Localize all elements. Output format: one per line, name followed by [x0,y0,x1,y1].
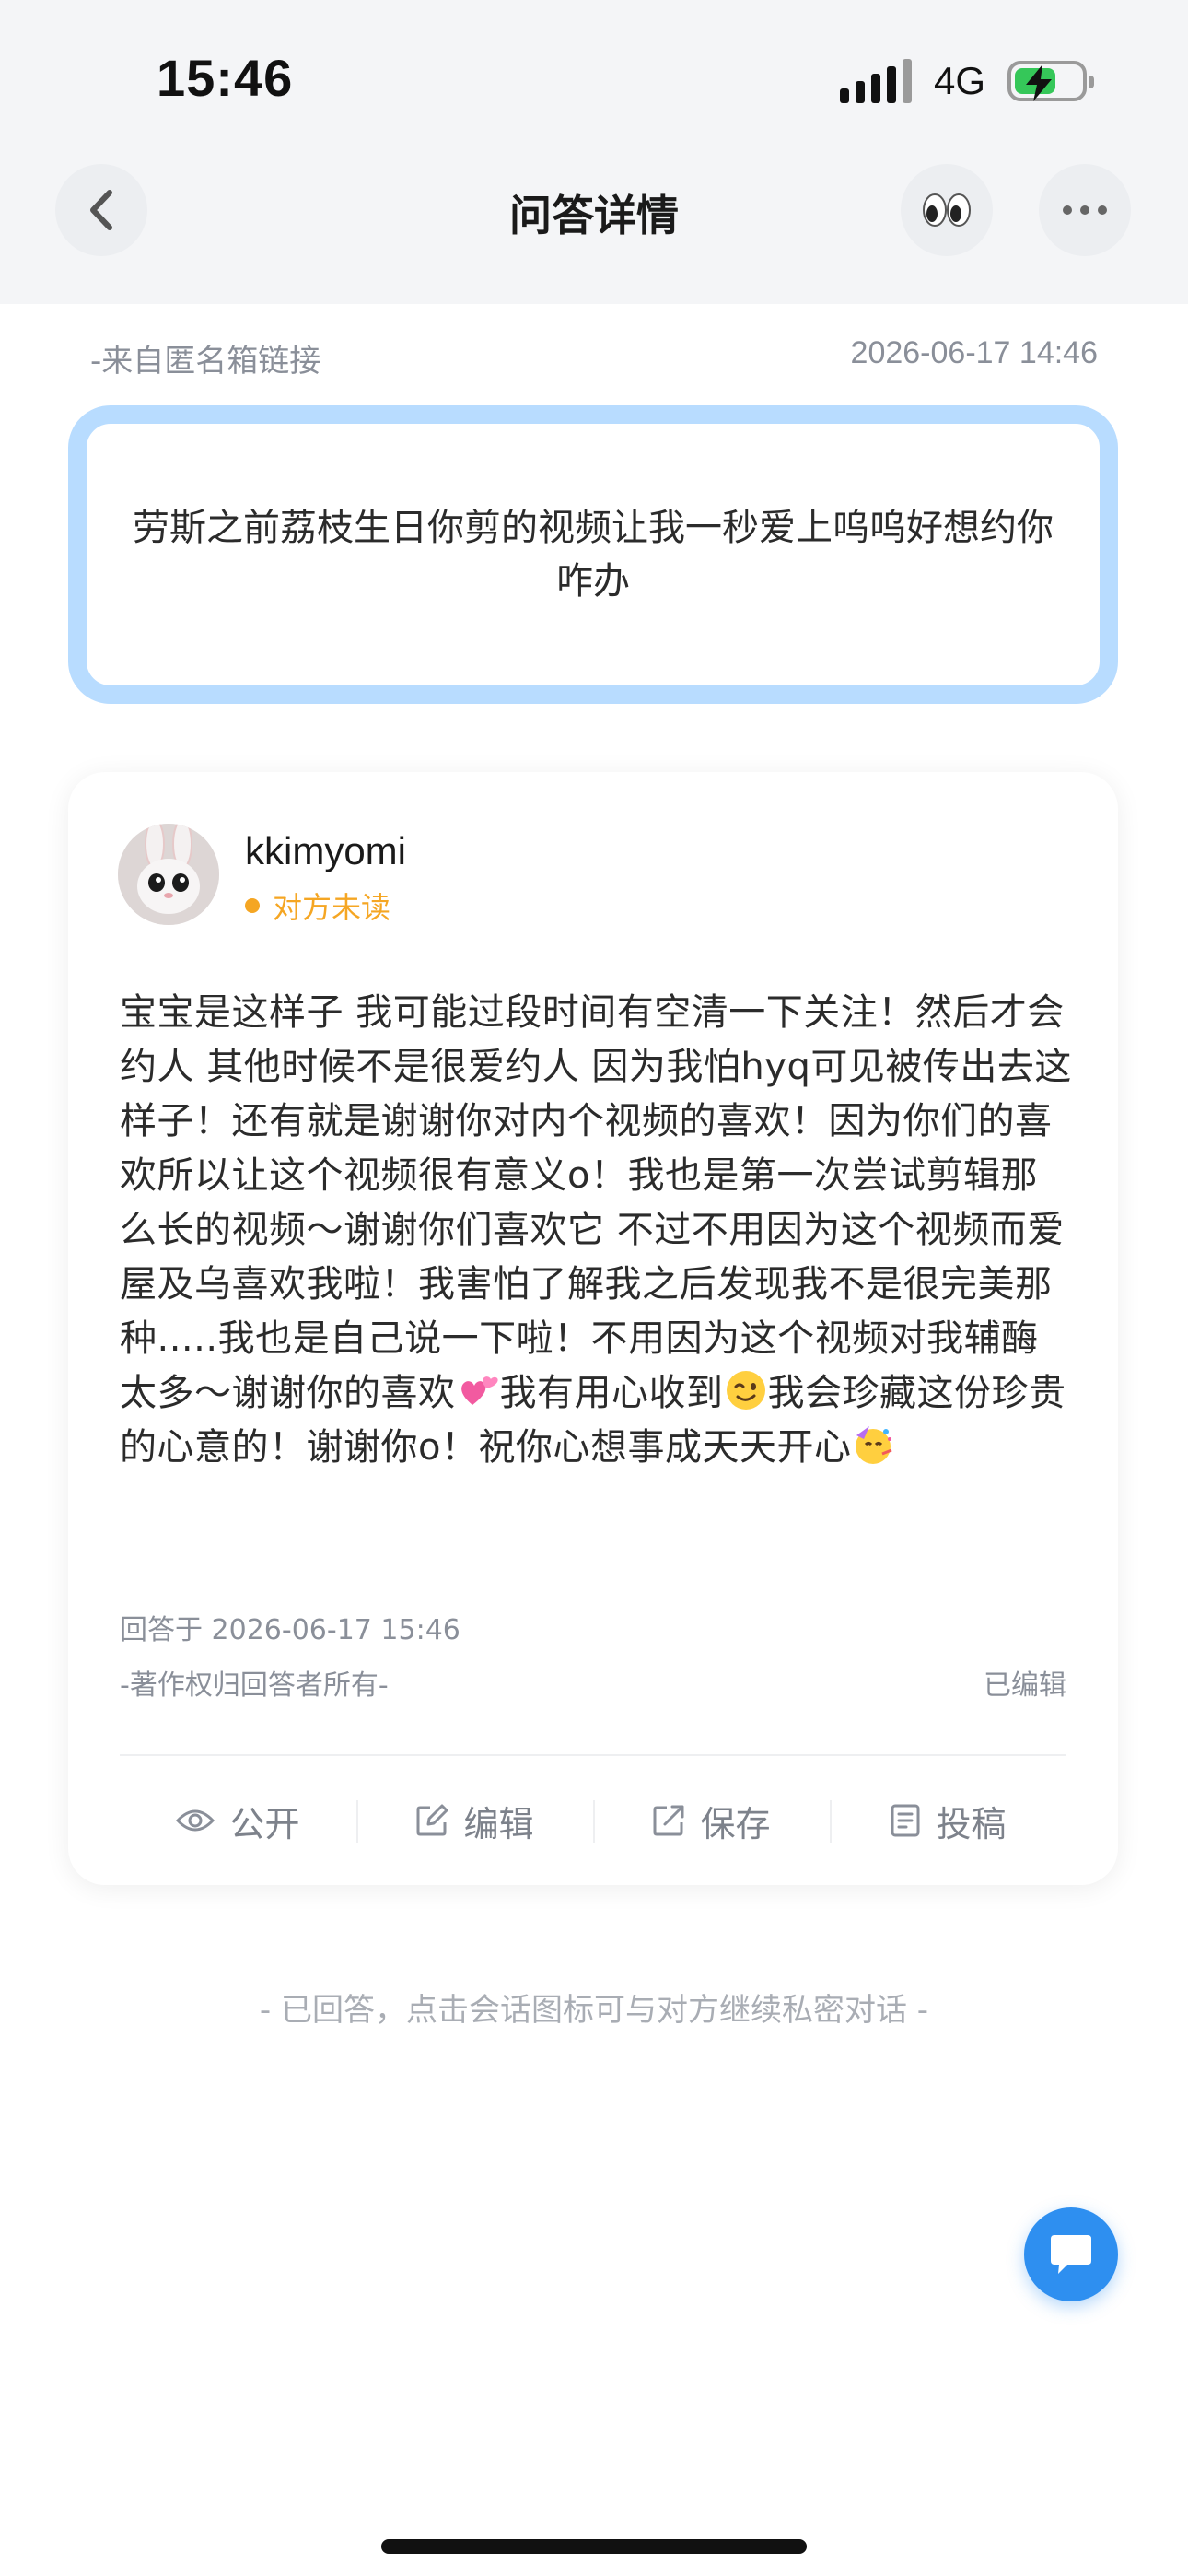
public-label: 公开 [229,1803,300,1844]
public-button[interactable]: 公开 [120,1776,356,1865]
eyes-emoji-icon [923,193,971,227]
page-title: 问答详情 [509,191,679,240]
two-hearts-emoji-icon [460,1376,498,1405]
edit-icon [416,1804,448,1836]
document-icon [891,1804,920,1837]
battery-icon [1007,61,1094,101]
status-dot-icon [245,898,260,913]
eyes-button[interactable] [901,164,993,256]
header: 15:46 4G 问答详情 [0,0,1188,304]
action-bar: 公开 编辑 保存 投稿 [120,1776,1066,1865]
home-indicator [381,2539,807,2554]
status-right: 4G [839,53,1094,109]
chat-button[interactable] [1024,2207,1118,2301]
read-status: 对方未读 [245,884,390,927]
question-source: -来自匿名箱链接 [90,343,321,380]
save-label: 保存 [700,1803,771,1844]
footer-note: - 已回答，点击会话图标可与对方继续私密对话 - [259,1992,929,2029]
network-label: 4G [933,59,985,102]
share-out-icon [653,1805,684,1836]
edit-label: 编辑 [463,1803,534,1844]
question-date: 2026-06-17 14:46 [850,335,1098,370]
edited-label: 已编辑 [984,1669,1066,1702]
answer-text: 宝宝是这样子 我可能过段时间有空清一下关注！然后才会约人 其他时候不是很爱约人 … [120,986,1072,1475]
eye-icon [176,1809,215,1832]
divider [120,1754,1066,1756]
submit-button[interactable]: 投稿 [830,1776,1066,1865]
question-text: 劳斯之前荔枝生日你剪的视频让我一秒爱上呜呜好想约你咋办 [133,507,1054,603]
save-button[interactable]: 保存 [593,1776,830,1865]
answer-text-part1: 宝宝是这样子 我可能过段时间有空清一下关注！然后才会约人 其他时候不是很爱约人 … [120,991,1072,1414]
username[interactable]: kkimyomi [245,829,406,873]
read-status-label: 对方未读 [273,890,391,925]
edit-button[interactable]: 编辑 [356,1776,593,1865]
copyright-note: -著作权归回答者所有- [120,1669,389,1702]
more-button[interactable] [1039,164,1131,256]
status-time: 15:46 [157,49,294,107]
chat-bubble-icon [1051,2235,1091,2274]
signal-icon [839,59,912,103]
winking-face-emoji-icon [726,1371,765,1410]
question-card: 劳斯之前荔枝生日你剪的视频让我一秒爱上呜呜好想约你咋办 [68,405,1118,704]
page: 15:46 4G 问答详情 -来自匿名箱链接 2026-06-17 14:46 … [0,0,1188,2576]
answered-at: 回答于 2026-06-17 15:46 [120,1614,460,1646]
more-dots-icon [1063,205,1107,215]
answer-card: kkimyomi 对方未读 宝宝是这样子 我可能过段时间有空清一下关注！然后才会… [68,772,1118,1885]
avatar[interactable] [118,824,219,925]
party-face-emoji-icon [856,1426,893,1464]
answer-text-part2: 我有用心收到 [499,1372,724,1414]
submit-label: 投稿 [936,1803,1007,1844]
